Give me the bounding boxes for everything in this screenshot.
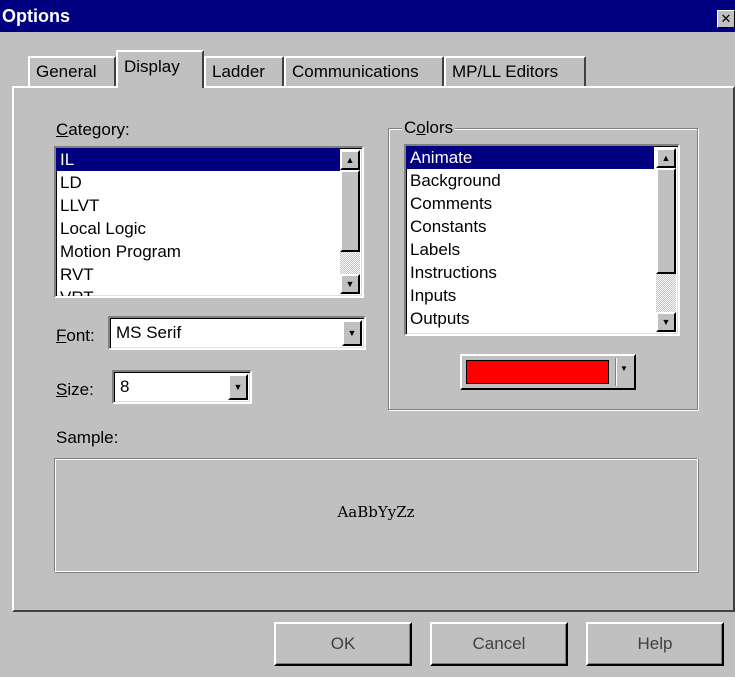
category-listbox[interactable]: IL LD LLVT Local Logic Motion Program RV… <box>54 146 364 298</box>
sample-label: Sample: <box>56 428 119 447</box>
scroll-down-icon[interactable]: ▼ <box>340 274 360 294</box>
category-item-rvt[interactable]: RVT <box>56 263 362 286</box>
close-icon[interactable]: ✕ <box>717 10 735 28</box>
cancel-button[interactable]: Cancel <box>430 622 568 666</box>
color-item-animate[interactable]: Animate <box>406 146 654 169</box>
tab-display[interactable]: Display <box>116 50 204 88</box>
color-picker-button[interactable]: ▼ <box>460 354 636 390</box>
color-item-inputs[interactable]: Inputs <box>406 284 678 307</box>
category-item-il[interactable]: IL <box>56 148 340 171</box>
chevron-down-icon: ▼ <box>620 364 628 373</box>
category-scrollbar[interactable]: ▲ ▼ <box>340 150 360 294</box>
category-item-vrt[interactable]: VRT <box>56 286 362 296</box>
tab-mp-ll-editors[interactable]: MP/LL Editors <box>444 56 586 86</box>
color-item-instructions[interactable]: Instructions <box>406 261 678 284</box>
tab-ladder[interactable]: Ladder <box>204 56 284 86</box>
font-combo[interactable]: MS Serif ▼ <box>108 316 366 350</box>
color-item-labels[interactable]: Labels <box>406 238 678 261</box>
size-value: 8 <box>120 377 130 396</box>
scroll-up-icon[interactable]: ▲ <box>340 150 360 170</box>
chevron-down-icon[interactable]: ▼ <box>228 374 248 400</box>
category-item-local-logic[interactable]: Local Logic <box>56 217 362 240</box>
scroll-up-icon[interactable]: ▲ <box>656 148 676 168</box>
ok-button[interactable]: OK <box>274 622 412 666</box>
color-swatch <box>466 360 609 384</box>
category-label: Category: <box>56 120 130 139</box>
scroll-down-icon[interactable]: ▼ <box>656 312 676 332</box>
sample-text: AaBbYyZz <box>337 503 415 521</box>
colors-scrollbar[interactable]: ▲ ▼ <box>656 148 676 332</box>
font-label: Font: <box>56 326 95 345</box>
size-label: Size: <box>56 380 94 399</box>
size-combo[interactable]: 8 ▼ <box>112 370 252 404</box>
color-item-outputs[interactable]: Outputs <box>406 307 678 330</box>
colors-group-title: Colors <box>402 118 456 138</box>
category-item-ld[interactable]: LD <box>56 171 362 194</box>
category-item-llvt[interactable]: LLVT <box>56 194 362 217</box>
category-item-motion-program[interactable]: Motion Program <box>56 240 362 263</box>
sample-preview: AaBbYyZz <box>54 458 698 572</box>
color-item-constants[interactable]: Constants <box>406 215 678 238</box>
scroll-thumb[interactable] <box>656 168 676 274</box>
tab-communications[interactable]: Communications <box>284 56 444 86</box>
color-item-background[interactable]: Background <box>406 169 678 192</box>
title-bar: Options ✕ <box>0 0 735 32</box>
window-title: Options <box>2 6 70 26</box>
scroll-thumb[interactable] <box>340 170 360 252</box>
help-button[interactable]: Help <box>586 622 724 666</box>
color-item-comments[interactable]: Comments <box>406 192 678 215</box>
font-value: MS Serif <box>116 323 182 342</box>
chevron-down-icon[interactable]: ▼ <box>342 320 362 346</box>
colors-listbox[interactable]: Animate Background Comments Constants La… <box>404 144 680 336</box>
picker-divider <box>615 358 616 386</box>
tab-general[interactable]: General <box>28 56 116 86</box>
